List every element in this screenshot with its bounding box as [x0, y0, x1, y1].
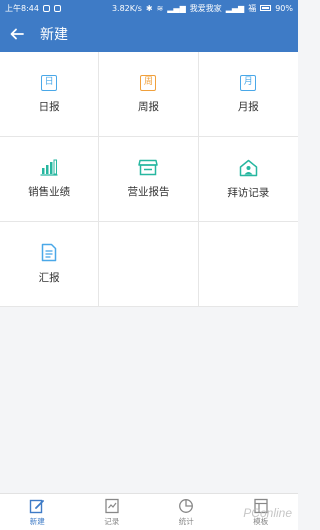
home-person-icon	[239, 159, 258, 176]
tab-label: 新建	[29, 516, 45, 526]
grid-item-label: 营业报告	[127, 186, 170, 198]
month-report-icon: 月	[240, 74, 257, 91]
grid-item-label: 月报	[237, 100, 259, 113]
day-report-icon: 日	[41, 74, 58, 91]
grid-item-label: 拜访记录	[227, 186, 270, 199]
bar-chart-icon	[40, 159, 58, 176]
tab-label: 统计	[178, 516, 194, 526]
pie-chart-icon	[179, 498, 194, 513]
edit-icon	[30, 499, 45, 513]
app-bar: 新建	[0, 16, 298, 52]
battery-level: 90%	[275, 3, 293, 13]
grid-item-label: 周报	[137, 100, 159, 113]
grid-item-visit-record[interactable]: 拜访记录	[198, 137, 298, 222]
tab-statistics[interactable]: 统计	[149, 494, 224, 530]
grid-empty-cell	[198, 222, 298, 307]
signal-icon-2: ▂▄▆	[225, 3, 245, 13]
notification-icon	[42, 4, 50, 12]
message-icon	[53, 4, 61, 12]
back-arrow-icon	[10, 28, 24, 40]
carrier-name-2: 福	[248, 3, 257, 13]
grid-item-weekly-report[interactable]: 周 周报	[99, 52, 199, 137]
store-icon	[138, 159, 159, 176]
status-time: 上午8:44	[5, 3, 39, 13]
grid-item-business-report[interactable]: 营业报告	[99, 137, 199, 222]
battery-icon	[260, 5, 272, 11]
grid-item-label: 汇报	[38, 272, 60, 284]
wifi-icon: ≋	[156, 3, 164, 13]
tab-new[interactable]: 新建	[0, 494, 75, 530]
document-icon	[41, 243, 57, 262]
grid-item-sales-performance[interactable]: 销售业绩	[0, 137, 100, 222]
grid-item-daily-report[interactable]: 日 日报	[0, 52, 100, 137]
page-title: 新建	[40, 27, 68, 43]
record-icon	[105, 498, 119, 513]
grid-empty-cell	[99, 222, 199, 307]
report-type-grid: 日 日报 周 周报 月 月报 销售业绩 营业报告 拜访记录 汇报	[0, 52, 298, 307]
grid-item-monthly-report[interactable]: 月 月报	[198, 52, 298, 137]
bluetooth-icon: ✱	[145, 3, 153, 13]
back-button[interactable]	[0, 16, 34, 52]
carrier-name: 我爱我家	[189, 3, 222, 13]
status-bar: 上午8:44 3.82K/s ✱ ≋ ▂▄▆ 我爱我家 ▂▄▆ 福 90%	[0, 0, 298, 16]
network-speed: 3.82K/s	[111, 3, 142, 13]
grid-item-label: 销售业绩	[28, 186, 71, 198]
tab-records[interactable]: 记录	[75, 494, 150, 530]
grid-item-label: 日报	[38, 100, 60, 113]
week-report-icon: 周	[140, 74, 157, 91]
signal-icon: ▂▄▆	[167, 3, 186, 13]
tab-label: 记录	[104, 516, 120, 526]
grid-item-report[interactable]: 汇报	[0, 222, 100, 307]
watermark: PConline	[243, 506, 292, 520]
